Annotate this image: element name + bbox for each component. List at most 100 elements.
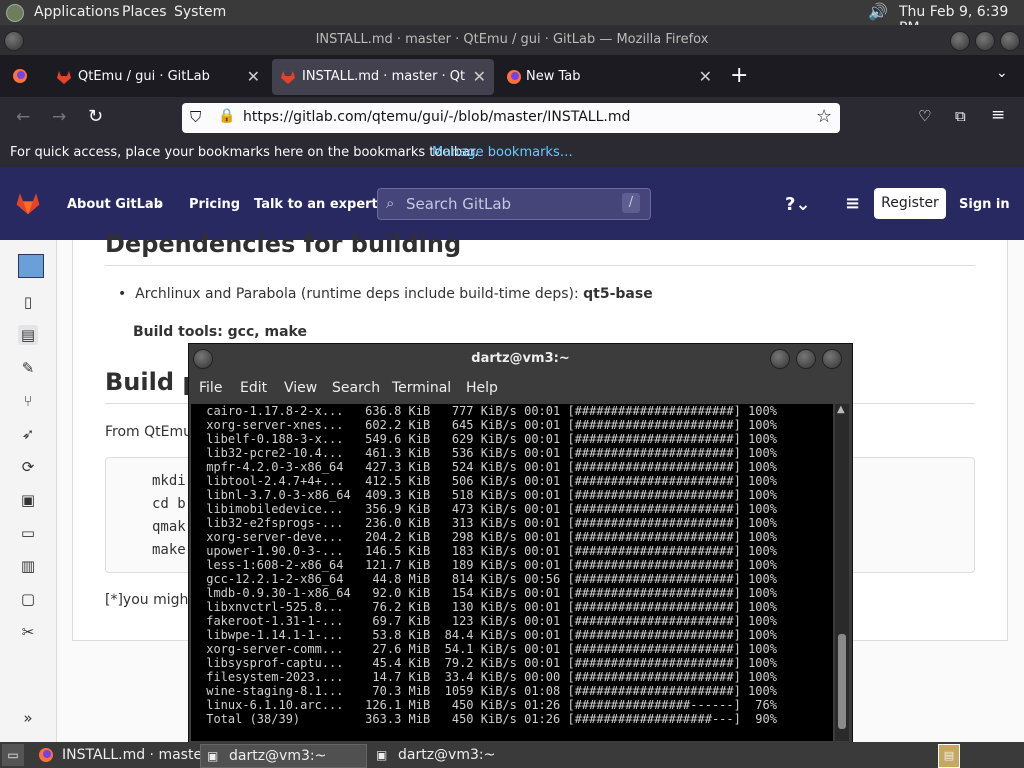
project-avatar-icon[interactable] — [18, 254, 44, 278]
minimize-button[interactable] — [950, 31, 970, 51]
url-text[interactable]: https://gitlab.com/qtemu/gui/-/blob/mast… — [243, 109, 630, 125]
window-menu-button[interactable] — [4, 31, 24, 51]
wiki-icon[interactable]: ▢ — [18, 589, 38, 609]
app-menu-hamburger-icon[interactable]: ≡ — [991, 105, 1005, 125]
analytics-icon[interactable]: ▥ — [18, 556, 38, 576]
issues-icon[interactable]: ✎ — [18, 358, 38, 378]
terminal-menu-terminal[interactable]: Terminal — [392, 380, 451, 396]
lock-icon[interactable]: 🔒 — [218, 108, 235, 124]
terminal-line: upower-1.90.0-3-... 146.5 KiB 183 KiB/s … — [199, 544, 777, 558]
firefox-view-icon[interactable] — [12, 68, 28, 84]
sign-in-link[interactable]: Sign in — [959, 197, 1010, 212]
bookmark-star-icon[interactable]: ☆ — [816, 106, 832, 127]
tab-label: QtEmu / gui · GitLab — [78, 69, 210, 84]
terminal-line: libimobiledevice... 356.9 KiB 473 KiB/s … — [199, 502, 777, 516]
taskbar-item-terminal-1[interactable]: ▣ dartz@vm3:~ — [200, 744, 367, 768]
nav-pricing[interactable]: Pricing — [189, 197, 240, 212]
terminal-menu-view[interactable]: View — [284, 380, 317, 396]
back-arrow-icon[interactable]: ← — [16, 107, 30, 127]
project-info-icon[interactable]: ▯ — [18, 292, 38, 312]
terminal-window-menu-button[interactable] — [193, 349, 213, 369]
manage-bookmarks-link[interactable]: Manage bookmarks… — [432, 145, 573, 160]
scroll-up-arrow-icon[interactable]: ▲ — [837, 404, 845, 415]
menu-places[interactable]: Places — [122, 4, 167, 20]
terminal-line: cairo-1.17.8-2-x... 636.8 KiB 777 KiB/s … — [199, 404, 777, 418]
terminal-line: mpfr-4.2.0-3-x86_64 427.3 KiB 524 KiB/s … — [199, 460, 777, 474]
deps-item-text: Archlinux and Parabola (runtime deps inc… — [135, 286, 584, 302]
bottom-taskbar: ▭ INSTALL.md · maste... ▣ dartz@vm3:~ ▣ … — [0, 742, 1024, 768]
tab-install-md[interactable]: INSTALL.md · master · QtEmu ✕ — [272, 59, 494, 95]
code-line: mkdi — [152, 473, 186, 489]
taskbar-item-label: INSTALL.md · maste... — [62, 747, 216, 763]
terminal-menu-file[interactable]: File — [199, 380, 222, 396]
deployments-icon[interactable]: ⟳ — [18, 457, 38, 477]
register-button[interactable]: Register — [874, 188, 946, 219]
terminal-menu-edit[interactable]: Edit — [240, 380, 267, 396]
taskbar-item-terminal-2[interactable]: ▣ dartz@vm3:~ — [370, 744, 535, 766]
monitor-icon[interactable]: ▭ — [18, 523, 38, 543]
scrollbar-thumb[interactable] — [838, 634, 846, 729]
terminal-menu-help[interactable]: Help — [466, 380, 498, 396]
shield-icon[interactable]: ⛉ — [190, 108, 201, 126]
maximize-button[interactable] — [975, 31, 995, 51]
help-icon[interactable]: ?⌄ — [785, 194, 811, 215]
terminal-minimize-button[interactable] — [770, 349, 790, 369]
taskbar-item-label: dartz@vm3:~ — [398, 747, 496, 763]
menu-applications[interactable]: Applications — [34, 4, 120, 20]
reload-icon[interactable]: ↻ — [88, 106, 103, 127]
close-tab-icon[interactable]: ✕ — [473, 67, 486, 86]
merge-requests-icon[interactable]: ⑂ — [18, 391, 38, 411]
terminal-line: libwpe-1.14.1-1-... 53.8 KiB 84.4 KiB/s … — [199, 628, 777, 642]
taskbar-item-label: dartz@vm3:~ — [229, 748, 327, 764]
tab-qtemu-gui[interactable]: QtEmu / gui · GitLab ✕ — [48, 59, 268, 95]
terminal-line: lmdb-0.9.30-1-x86_64 92.0 KiB 154 KiB/s … — [199, 586, 777, 600]
chevron-down-icon[interactable]: ⌄ — [152, 196, 163, 211]
list-all-tabs-chevron-icon[interactable]: ⌄ — [996, 65, 1008, 81]
forward-arrow-icon[interactable]: → — [52, 107, 66, 127]
system-panel: Applications Places System 🔊 Thu Feb 9, … — [0, 0, 1024, 36]
terminal-menubar: File Edit View Search Terminal Help — [189, 374, 852, 404]
gitlab-search-input[interactable]: ⌕ Search GitLab / — [377, 188, 651, 220]
show-desktop-icon[interactable]: ▭ — [2, 744, 24, 766]
nav-talk-to-expert[interactable]: Talk to an expert — [254, 197, 378, 212]
nav-about-gitlab[interactable]: About GitLab — [67, 197, 163, 212]
pocket-icon[interactable]: ♡ — [918, 107, 931, 125]
hamburger-menu-icon[interactable]: ≡ — [845, 193, 860, 214]
close-window-button[interactable] — [1000, 31, 1020, 51]
terminal-line: less-1:608-2-x86_64 121.7 KiB 189 KiB/s … — [199, 558, 777, 572]
terminal-icon: ▣ — [376, 748, 388, 762]
menu-system[interactable]: System — [174, 4, 226, 20]
firefox-window-title: INSTALL.md · master · QtEmu / gui · GitL… — [0, 25, 1024, 55]
new-tab-plus-icon[interactable]: + — [730, 63, 748, 88]
project-sidebar: ▯ ▤ ✎ ⑂ ➶ ⟳ ▣ ▭ ▥ ▢ ✂ » — [0, 240, 57, 742]
gitlab-logo-icon[interactable] — [14, 190, 42, 216]
terminal-titlebar[interactable]: dartz@vm3:~ — [189, 344, 852, 374]
terminal-window[interactable]: dartz@vm3:~ File Edit View Search Termin… — [188, 343, 853, 744]
ci-cd-rocket-icon[interactable]: ➶ — [18, 424, 38, 444]
repository-icon[interactable]: ▤ — [18, 325, 38, 345]
close-tab-icon[interactable]: ✕ — [699, 67, 712, 86]
system-logo-icon[interactable] — [6, 4, 24, 22]
taskbar-item-firefox[interactable]: INSTALL.md · maste... — [36, 744, 215, 766]
workspace-switcher-icon[interactable]: ▤ — [938, 744, 960, 768]
url-bar[interactable]: ⛉ 🔒 https://gitlab.com/qtemu/gui/-/blob/… — [182, 103, 840, 133]
tab-label: New Tab — [526, 69, 581, 84]
snippets-icon[interactable]: ✂ — [18, 622, 38, 642]
search-placeholder: Search GitLab — [406, 195, 512, 213]
terminal-output[interactable]: cairo-1.17.8-2-x... 636.8 KiB 777 KiB/s … — [191, 404, 833, 741]
extensions-icon[interactable]: ⧉ — [955, 107, 966, 125]
terminal-menu-search[interactable]: Search — [332, 380, 380, 396]
terminal-maximize-button[interactable] — [796, 349, 816, 369]
close-tab-icon[interactable]: ✕ — [247, 67, 260, 86]
tab-new-tab[interactable]: New Tab ✕ — [498, 59, 720, 95]
terminal-close-button[interactable] — [822, 349, 842, 369]
packages-icon[interactable]: ▣ — [18, 490, 38, 510]
expand-sidebar-icon[interactable]: » — [18, 708, 38, 728]
terminal-scrollbar[interactable]: ▲ — [835, 404, 849, 741]
terminal-line: xorg-server-deve... 204.2 KiB 298 KiB/s … — [199, 530, 777, 544]
tab-label: INSTALL.md · master · QtEmu — [302, 69, 466, 84]
terminal-line: xorg-server-comm... 27.6 MiB 54.1 KiB/s … — [199, 642, 777, 656]
deps-list-item: • Archlinux and Parabola (runtime deps i… — [118, 286, 653, 302]
volume-icon[interactable]: 🔊 — [868, 2, 888, 21]
footnote-text: [*]you might — [105, 592, 194, 608]
